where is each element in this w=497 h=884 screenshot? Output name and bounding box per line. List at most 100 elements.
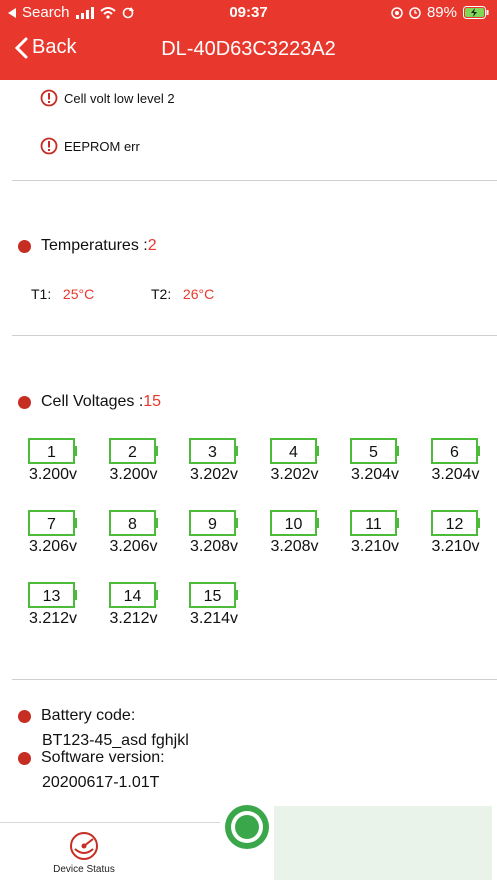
cell-item: 14 3.212v bbox=[105, 582, 163, 628]
battery-cell-icon: 15 bbox=[189, 582, 238, 608]
warning-icon bbox=[40, 89, 58, 107]
cell-item: 3 3.202v bbox=[185, 438, 243, 484]
bullet-dot-icon bbox=[18, 709, 31, 723]
cell-item: 5 3.204v bbox=[346, 438, 404, 484]
cell-item: 8 3.206v bbox=[105, 510, 163, 556]
watermark-badge-icon bbox=[225, 805, 269, 849]
cell-voltage: 3.206v bbox=[28, 538, 78, 555]
cell-number: 9 bbox=[208, 516, 217, 533]
battery-cell-icon: 9 bbox=[189, 510, 238, 536]
cell-voltage: 3.210v bbox=[431, 538, 480, 555]
cell-voltage: 3.206v bbox=[109, 538, 158, 555]
page-title: DL-40D63C3223A2 bbox=[161, 38, 336, 60]
warning-icon bbox=[40, 137, 58, 155]
cell-voltage: 3.202v bbox=[189, 466, 239, 483]
cell-number: 7 bbox=[47, 516, 56, 533]
cell-number: 3 bbox=[208, 444, 217, 461]
software-version-heading: Software version: bbox=[18, 749, 165, 767]
nav-bar: Back DL-40D63C3223A2 bbox=[0, 30, 497, 72]
status-bar: Search 09:37 89% bbox=[0, 0, 497, 26]
divider bbox=[12, 679, 497, 680]
cell-number: 8 bbox=[128, 516, 137, 533]
temperatures-heading: Temperatures :2 bbox=[18, 237, 157, 255]
alarm-item: EEPROM err bbox=[40, 137, 140, 155]
temperature-name: T1: bbox=[31, 286, 52, 302]
bullet-dot-icon bbox=[18, 395, 31, 409]
watermark-logo bbox=[220, 800, 497, 883]
temperature-value: 25°C bbox=[62, 286, 95, 302]
cell-voltage: 3.208v bbox=[189, 538, 239, 555]
cell-voltages-heading: Cell Voltages :15 bbox=[18, 393, 161, 411]
battery-cell-icon: 10 bbox=[269, 510, 319, 536]
cell-voltage: 3.204v bbox=[350, 466, 400, 483]
top-bar: Search 09:37 89% Back DL-40D63C3223A2 bbox=[0, 0, 497, 80]
alarm-text: EEPROM err bbox=[64, 138, 140, 154]
cell-item: 12 3.210v bbox=[427, 510, 485, 556]
tab-device-status[interactable]: Device Status bbox=[44, 831, 124, 875]
temperatures-label: Temperatures : bbox=[41, 237, 148, 254]
cell-number: 4 bbox=[289, 444, 298, 461]
cell-voltage: 3.202v bbox=[270, 466, 319, 483]
divider bbox=[12, 180, 497, 181]
temperatures-count: 2 bbox=[147, 237, 157, 254]
battery-cell-icon: 12 bbox=[430, 510, 480, 536]
cell-item: 11 3.210v bbox=[346, 510, 404, 556]
cell-item: 2 3.200v bbox=[105, 438, 163, 484]
temperature-t1: T1: 25°C bbox=[31, 286, 94, 302]
battery-code-value: BT123-45_asd fghjkl bbox=[42, 732, 189, 749]
battery-charging-icon bbox=[463, 6, 489, 19]
device-status-icon bbox=[70, 832, 98, 860]
battery-cell-icon: 4 bbox=[269, 438, 319, 464]
cell-voltage: 3.200v bbox=[109, 466, 158, 483]
watermark-band bbox=[274, 806, 492, 880]
cell-item: 7 3.206v bbox=[24, 510, 82, 556]
cell-number: 14 bbox=[123, 588, 141, 605]
divider bbox=[12, 335, 497, 336]
battery-percent: 89% bbox=[426, 4, 457, 21]
battery-cell-icon: 6 bbox=[430, 438, 480, 464]
cell-voltage: 3.204v bbox=[431, 466, 480, 483]
battery-cell-icon: 11 bbox=[350, 510, 399, 536]
cell-voltage: 3.208v bbox=[270, 538, 319, 555]
bullet-dot-icon bbox=[18, 239, 31, 253]
location-icon bbox=[391, 6, 403, 19]
cell-number: 5 bbox=[369, 444, 378, 461]
software-version-value: 20200617-1.01T bbox=[42, 774, 160, 791]
cell-voltages-count: 15 bbox=[143, 393, 162, 410]
cell-item: 9 3.208v bbox=[185, 510, 243, 556]
alarm-item: Cell volt low level 2 bbox=[40, 89, 175, 107]
cell-number: 13 bbox=[43, 588, 61, 605]
battery-code-heading: Battery code: bbox=[18, 707, 135, 725]
temperature-value: 26°C bbox=[182, 286, 215, 302]
battery-cell-icon: 1 bbox=[28, 438, 77, 464]
battery-cell-icon: 2 bbox=[108, 438, 158, 464]
cell-item: 13 3.212v bbox=[24, 582, 82, 628]
cell-voltage: 3.212v bbox=[109, 610, 158, 627]
alarm-text: Cell volt low level 2 bbox=[64, 90, 175, 106]
battery-cell-icon: 3 bbox=[189, 438, 238, 464]
battery-cell-icon: 13 bbox=[28, 582, 77, 608]
cell-number: 10 bbox=[284, 516, 302, 533]
software-version-label: Software version: bbox=[41, 749, 165, 766]
cell-number: 12 bbox=[445, 516, 463, 533]
status-right: 89% bbox=[391, 4, 489, 21]
alarm-clock-icon bbox=[409, 6, 421, 19]
cell-voltage: 3.212v bbox=[28, 610, 78, 627]
cell-voltage: 3.200v bbox=[28, 466, 78, 483]
cell-item: 15 3.214v bbox=[185, 582, 243, 628]
cell-number: 15 bbox=[204, 588, 222, 605]
tab-label: Device Status bbox=[53, 864, 115, 875]
cell-voltages-label: Cell Voltages : bbox=[41, 393, 144, 410]
cell-number: 2 bbox=[128, 444, 137, 461]
battery-cell-icon: 7 bbox=[28, 510, 77, 536]
cell-number: 1 bbox=[47, 444, 56, 461]
cell-number: 6 bbox=[450, 444, 459, 461]
cell-voltage: 3.214v bbox=[189, 610, 239, 627]
cell-item: 10 3.208v bbox=[266, 510, 324, 556]
cell-voltage: 3.210v bbox=[350, 538, 400, 555]
bullet-dot-icon bbox=[18, 751, 31, 765]
battery-code-label: Battery code: bbox=[41, 707, 136, 724]
cell-item: 1 3.200v bbox=[24, 438, 82, 484]
battery-cell-icon: 8 bbox=[108, 510, 158, 536]
cell-item: 4 3.202v bbox=[266, 438, 324, 484]
